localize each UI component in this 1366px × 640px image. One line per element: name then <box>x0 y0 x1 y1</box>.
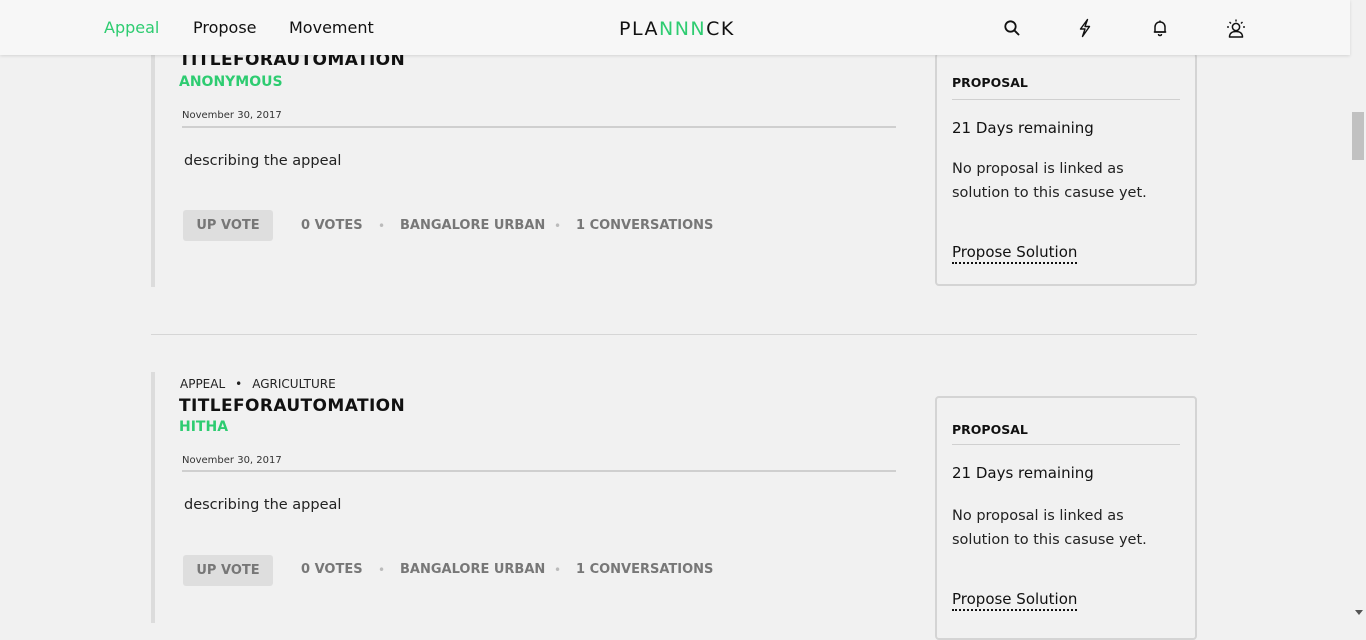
divider <box>952 99 1180 100</box>
separator-dot: • <box>378 563 386 577</box>
logo-accent: NNN <box>658 18 707 40</box>
vote-count: 0 VOTES <box>301 218 363 233</box>
proposal-status-text: No proposal is linked as solution to thi… <box>952 161 1147 201</box>
search-icon[interactable] <box>1002 18 1022 38</box>
nav-propose[interactable]: Propose <box>193 18 257 37</box>
appeal-title[interactable]: TITLEFORAUTOMATION <box>179 396 405 416</box>
separator-dot: • <box>554 563 562 577</box>
logo-suffix: CK <box>706 18 735 40</box>
search-icon-svg <box>1004 20 1020 36</box>
location-link[interactable]: BANGALORE URBAN <box>400 218 545 233</box>
proposal-panel: PROPOSAL 21 Days remaining No proposal i… <box>935 396 1197 640</box>
separator-dot: • <box>554 219 562 233</box>
bell-icon[interactable] <box>1150 18 1170 38</box>
proposal-heading: PROPOSAL <box>952 75 1028 90</box>
upvote-button[interactable]: UP VOTE <box>183 210 273 241</box>
logo[interactable]: PLANNNCK <box>619 18 735 40</box>
top-navigation: Appeal Propose Movement PLANNNCK <box>0 0 1350 55</box>
bell-icon-svg <box>1153 20 1167 37</box>
propose-solution-link[interactable]: Propose Solution <box>952 243 1078 264</box>
appeal-card-main: APPEAL • AGRICULTURE TITLEFORAUTOMATION HI… <box>151 372 896 623</box>
card-separator <box>151 334 1197 335</box>
divider <box>182 470 896 472</box>
proposal-panel: PROPOSAL 21 Days remaining No proposal i… <box>935 53 1197 286</box>
days-remaining: 21 Days remaining <box>952 119 1094 137</box>
conversations-link[interactable]: 1 CONVERSATIONS <box>576 562 713 577</box>
proposal-status-text: No proposal is linked as solution to thi… <box>952 508 1147 548</box>
appeal-date: November 30, 2017 <box>182 455 282 466</box>
days-remaining: 21 Days remaining <box>952 464 1094 482</box>
propose-solution-link[interactable]: Propose Solution <box>952 590 1078 611</box>
appeal-author[interactable]: HITHA <box>179 419 228 435</box>
separator-dot: • <box>235 377 243 391</box>
appeal-author[interactable]: ANONYMOUS <box>179 74 283 90</box>
appeal-type: APPEAL <box>180 377 226 391</box>
logo-prefix: PLA <box>619 18 659 40</box>
user-profile-icon[interactable] <box>1225 18 1245 38</box>
appeal-date: November 30, 2017 <box>182 110 282 121</box>
appeal-description: describing the appeal <box>184 153 342 169</box>
vote-count: 0 VOTES <box>301 562 363 577</box>
divider <box>952 444 1180 445</box>
scrollbar-thumb[interactable] <box>1352 112 1364 160</box>
appeal-card: APPEAL • AGRICULTURE TITLEFORAUTOMATION HI… <box>151 372 1197 640</box>
conversations-link[interactable]: 1 CONVERSATIONS <box>576 218 713 233</box>
divider <box>182 126 896 128</box>
appeal-description: describing the appeal <box>184 497 342 513</box>
proposal-heading: PROPOSAL <box>952 422 1028 437</box>
location-link[interactable]: BANGALORE URBAN <box>400 562 545 577</box>
scroll-down-arrow-icon[interactable] <box>1355 610 1363 615</box>
lightning-icon-svg <box>1079 18 1091 38</box>
scrollbar-track[interactable] <box>1350 0 1366 623</box>
separator-dot: • <box>378 219 386 233</box>
appeal-meta: APPEAL • AGRICULTURE <box>180 377 336 391</box>
lightning-icon[interactable] <box>1075 18 1095 38</box>
nav-movement[interactable]: Movement <box>289 18 374 37</box>
nav-appeal[interactable]: Appeal <box>104 18 159 37</box>
user-profile-icon-svg <box>1227 19 1245 38</box>
appeal-category[interactable]: AGRICULTURE <box>252 377 335 391</box>
upvote-button[interactable]: UP VOTE <box>183 555 273 586</box>
